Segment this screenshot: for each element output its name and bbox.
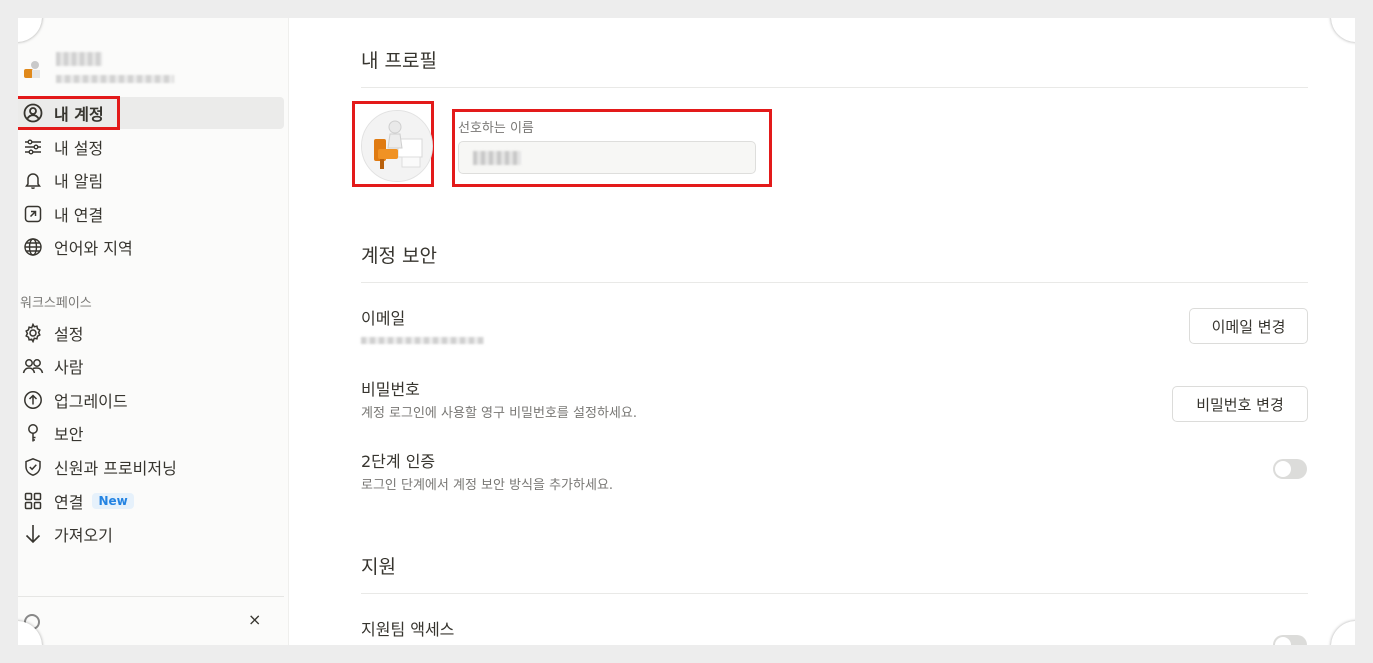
sidebar-item-label: 내 계정: [54, 105, 104, 124]
new-badge: New: [92, 493, 134, 509]
globe-icon: [22, 236, 44, 258]
account-header: [18, 48, 288, 92]
sidebar-item-my-connections[interactable]: 내 연결: [18, 198, 284, 230]
change-password-button[interactable]: 비밀번호 변경: [1172, 386, 1308, 422]
preferred-name-label: 선호하는 이름: [458, 121, 534, 136]
sidebar-item-label: 업그레이드: [54, 392, 128, 411]
sidebar-item-my-account[interactable]: 내 계정: [18, 97, 284, 129]
preferred-name-input[interactable]: [458, 141, 756, 174]
sidebar-item-upgrade[interactable]: 업그레이드: [18, 384, 284, 416]
two-factor-description: 로그인 단계에서 계정 보안 방식을 추가하세요.: [361, 478, 614, 493]
sidebar-divider: [18, 596, 284, 597]
sidebar-item-label: 가져오기: [54, 526, 113, 545]
change-email-button[interactable]: 이메일 변경: [1189, 308, 1308, 344]
key-icon: [22, 422, 44, 444]
sidebar-item-label: 신원과 프로비저닝: [54, 459, 177, 478]
sidebar-item-label: 내 설정: [54, 139, 104, 158]
sidebar-item-label: 보안: [54, 425, 84, 444]
preferred-name-redacted: [473, 151, 521, 165]
arrow-down-icon: [22, 523, 44, 545]
sidebar-item-label: 언어와 지역: [54, 239, 133, 258]
close-icon[interactable]: ×: [248, 610, 261, 629]
sidebar-item-language-region[interactable]: 언어와 지역: [18, 231, 284, 263]
password-label: 비밀번호: [361, 380, 420, 399]
arrow-up-right-box-icon: [22, 203, 44, 225]
sidebar-item-my-notifications[interactable]: 내 알림: [18, 164, 284, 196]
settings-window: 내 계정 내 설정 내 알림 내 연결 언어와 지역 워크스페이스 설정 사람 …: [18, 18, 1355, 645]
highlight-box-profile-photo: [352, 101, 434, 187]
sidebar-item-label: 설정: [54, 325, 84, 344]
settings-sidebar: 내 계정 내 설정 내 알림 내 연결 언어와 지역 워크스페이스 설정 사람 …: [18, 18, 289, 645]
account-email-redacted: [56, 75, 174, 83]
security-section-title: 계정 보안: [361, 245, 437, 267]
sidebar-item-my-settings[interactable]: 내 설정: [18, 131, 284, 163]
workspace-section-label: 워크스페이스: [20, 296, 92, 311]
sidebar-item-identity-provisioning[interactable]: 신원과 프로비저닝: [18, 451, 284, 483]
sidebar-item-connections[interactable]: 연결 New: [18, 485, 284, 517]
sliders-icon: [22, 136, 44, 158]
two-factor-label: 2단계 인증: [361, 452, 436, 471]
sidebar-item-people[interactable]: 사람: [18, 350, 284, 382]
sidebar-item-security[interactable]: 보안: [18, 417, 284, 449]
bell-icon: [22, 169, 44, 191]
two-factor-toggle[interactable]: [1273, 459, 1307, 479]
profile-divider: [361, 87, 1308, 88]
arrow-up-circle-icon: [22, 389, 44, 411]
gear-icon: [22, 322, 44, 344]
account-avatar: [22, 60, 42, 80]
shield-check-icon: [22, 456, 44, 478]
support-divider: [361, 593, 1308, 594]
account-name-redacted: [56, 52, 102, 66]
support-access-toggle[interactable]: [1273, 635, 1307, 645]
support-section-title: 지원: [361, 556, 396, 578]
sidebar-item-label: 사람: [54, 358, 84, 377]
people-icon: [22, 355, 44, 377]
sidebar-item-workspace-settings[interactable]: 설정: [18, 317, 284, 349]
profile-section-title: 내 프로필: [361, 50, 437, 72]
sidebar-item-label: 내 연결: [54, 206, 104, 225]
email-label: 이메일: [361, 309, 406, 328]
sidebar-item-import[interactable]: 가져오기: [18, 518, 284, 550]
settings-main: 내 프로필 선호하는 이름 계정 보안 이메일 이메일 변경 비밀번호 계정 로…: [288, 18, 1355, 645]
profile-photo[interactable]: [361, 110, 433, 182]
email-value-redacted: [361, 337, 484, 344]
grid-icon: [22, 490, 44, 512]
sidebar-item-label: 연결: [54, 493, 84, 512]
security-divider: [361, 282, 1308, 283]
support-access-label: 지원팀 액세스: [361, 620, 455, 639]
password-description: 계정 로그인에 사용할 영구 비밀번호를 설정하세요.: [361, 406, 637, 421]
user-circle-icon: [22, 102, 44, 124]
sidebar-item-label: 내 알림: [54, 172, 104, 191]
